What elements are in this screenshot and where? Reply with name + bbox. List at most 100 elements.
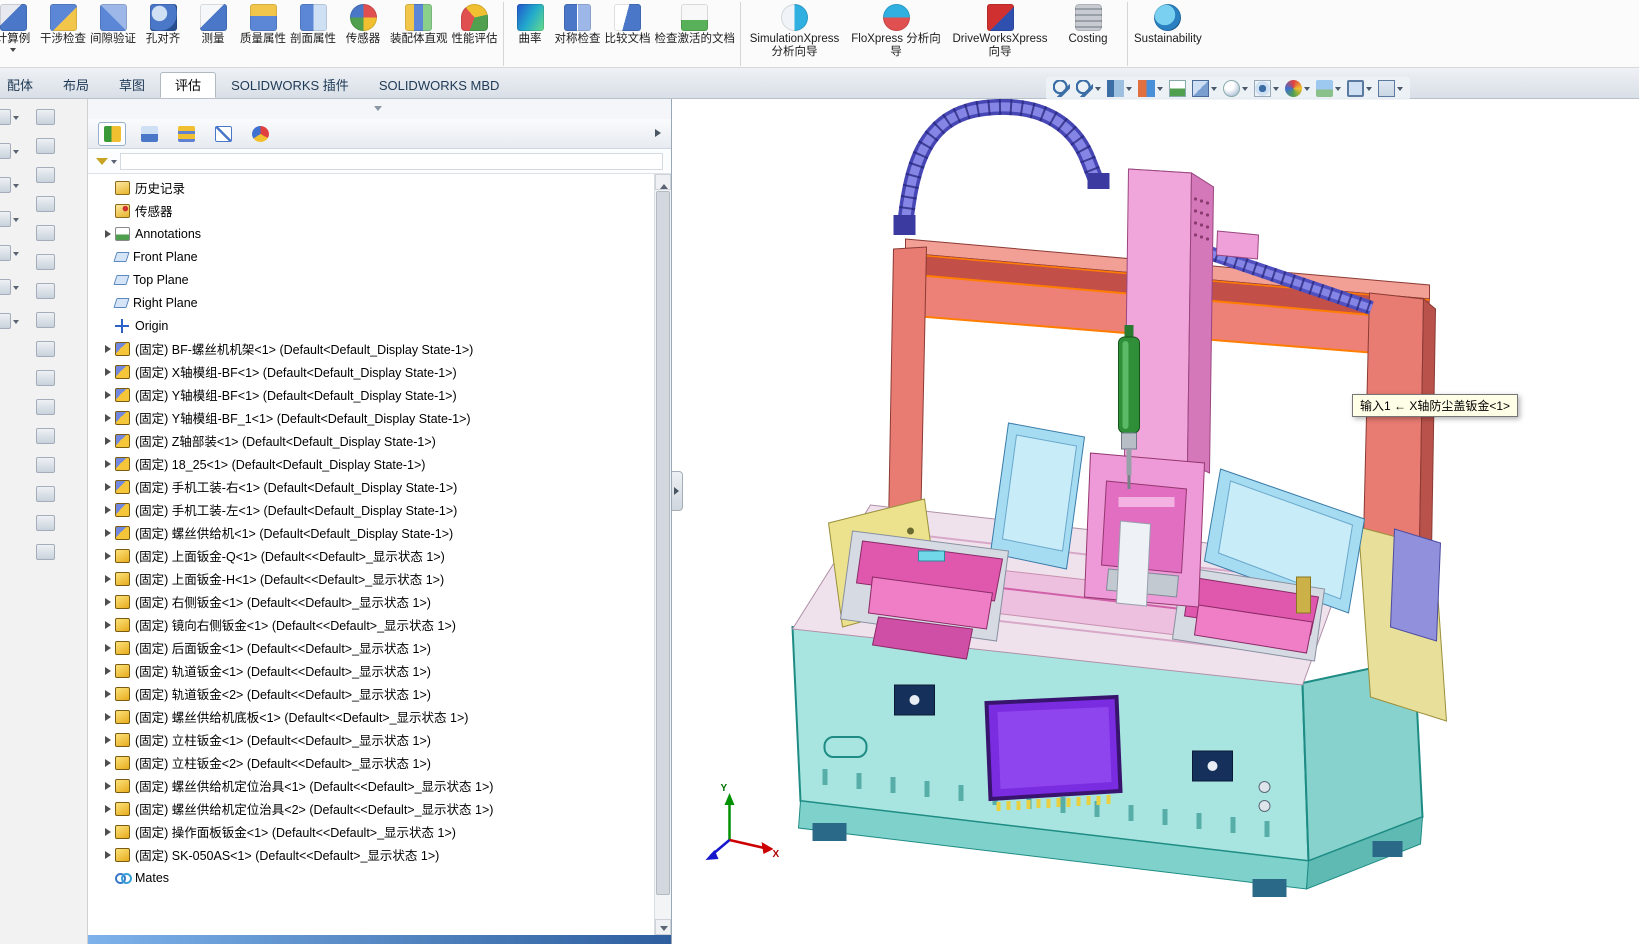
commandmanager-tab[interactable]: 配体 (0, 72, 48, 98)
left-toolbar-button[interactable] (36, 167, 55, 183)
commandmanager-tab[interactable]: SOLIDWORKS MBD (364, 72, 515, 98)
tree-item[interactable]: (固定) 螺丝供给机<1> (Default<Default_Display S… (88, 521, 654, 544)
tree-item[interactable]: (固定) 轨道钣金<1> (Default<<Default>_显示状态 1>) (88, 659, 654, 682)
tree-item[interactable]: (固定) 立柱钣金<2> (Default<<Default>_显示状态 1>) (88, 751, 654, 774)
tree-item[interactable]: (固定) 镜向右侧钣金<1> (Default<<Default>_显示状态 1… (88, 613, 654, 636)
graphics-area[interactable]: Y X 输入1 ← X轴防尘盖钣金<1> (672, 99, 1639, 944)
ribbon-button[interactable]: 比较文档 (603, 2, 653, 66)
left-toolbar-button[interactable] (0, 313, 19, 329)
tree-item[interactable]: (固定) 螺丝供给机底板<1> (Default<<Default>_显示状态 … (88, 705, 654, 728)
ribbon-button[interactable]: 干涉检查 (38, 2, 88, 66)
headsup-button[interactable] (1253, 79, 1280, 98)
expand-arrow-icon[interactable] (101, 848, 115, 862)
left-toolbar-button[interactable] (0, 143, 19, 159)
headsup-button[interactable] (1222, 79, 1249, 98)
tree-item[interactable]: (固定) 螺丝供给机定位治具<1> (Default<<Default>_显示状… (88, 774, 654, 797)
expand-arrow-icon[interactable] (101, 618, 115, 632)
headsup-button[interactable] (1075, 79, 1102, 98)
panel-tab[interactable] (209, 122, 237, 146)
expand-arrow-icon[interactable] (101, 204, 115, 218)
tree-item[interactable]: (固定) X轴模组-BF<1> (Default<Default_Display… (88, 360, 654, 383)
expand-arrow-icon[interactable] (101, 710, 115, 724)
tree-item[interactable]: (固定) SK-050AS<1> (Default<<Default>_显示状态… (88, 843, 654, 866)
scroll-up-arrow-icon[interactable] (655, 174, 671, 190)
tree-item[interactable]: 历史记录 (88, 176, 654, 199)
ribbon-button[interactable]: Sustainability (1127, 2, 1204, 66)
yellow-panel-right[interactable] (1359, 527, 1447, 721)
tree-item[interactable]: (固定) 上面钣金-H<1> (Default<<Default>_显示状态 1… (88, 567, 654, 590)
expand-arrow-icon[interactable] (101, 388, 115, 402)
headsup-button[interactable] (1315, 79, 1342, 98)
ribbon-button[interactable]: 曲率 (503, 2, 553, 66)
ribbon-button[interactable]: 对称检查 (553, 2, 603, 66)
touch-screen[interactable] (987, 697, 1121, 811)
ribbon-button[interactable]: 传感器 (338, 2, 388, 66)
expand-arrow-icon[interactable] (101, 411, 115, 425)
left-toolbar-button[interactable] (36, 515, 55, 531)
left-toolbar-button[interactable] (36, 109, 55, 125)
scrollbar-thumb[interactable] (656, 191, 670, 895)
expand-arrow-icon[interactable] (101, 641, 115, 655)
tree-item[interactable]: (固定) 螺丝供给机定位治具<2> (Default<<Default>_显示状… (88, 797, 654, 820)
commandmanager-tab[interactable]: 草图 (104, 72, 160, 98)
expand-arrow-icon[interactable] (101, 802, 115, 816)
ribbon-button[interactable]: FloXpress 分析向导 (844, 2, 948, 66)
tree-item[interactable]: (固定) Y轴模组-BF_1<1> (Default<Default_Displ… (88, 406, 654, 429)
tree-item[interactable]: Origin (88, 314, 654, 337)
filter-dropdown-icon[interactable] (111, 160, 117, 167)
expand-arrow-icon[interactable] (101, 457, 115, 471)
ribbon-button[interactable]: 性能评估 (450, 2, 500, 66)
panel-tab[interactable] (246, 122, 274, 146)
tree-item[interactable]: Annotations (88, 222, 654, 245)
left-toolbar-button[interactable] (36, 341, 55, 357)
tree-item[interactable]: Top Plane (88, 268, 654, 291)
expand-arrow-icon[interactable] (101, 595, 115, 609)
ribbon-button[interactable]: 测量 (188, 2, 238, 66)
left-toolbar-button[interactable] (36, 486, 55, 502)
expand-arrow-icon[interactable] (101, 779, 115, 793)
tree-item[interactable]: (固定) 立柱钣金<1> (Default<<Default>_显示状态 1>) (88, 728, 654, 751)
headsup-button[interactable] (1106, 79, 1133, 98)
ribbon-button[interactable]: 间隙验证 (88, 2, 138, 66)
tree-scrollbar[interactable] (654, 174, 671, 935)
cable-chain[interactable] (894, 107, 1110, 235)
left-toolbar-button[interactable] (36, 399, 55, 415)
expand-arrow-icon[interactable] (101, 664, 115, 678)
headsup-button[interactable] (1191, 79, 1218, 98)
ribbon-button[interactable]: 质量属性 (238, 2, 288, 66)
panel-flyout-arrow-icon[interactable] (653, 128, 663, 140)
ribbon-button[interactable]: 装配体直观 (388, 2, 450, 66)
headsup-button[interactable] (1377, 79, 1404, 98)
expand-arrow-icon[interactable] (101, 319, 115, 333)
ribbon-button[interactable]: 孔对齐 (138, 2, 188, 66)
expand-arrow-icon[interactable] (101, 181, 115, 195)
left-toolbar-button[interactable] (0, 109, 19, 125)
panel-tab[interactable] (135, 122, 163, 146)
expand-arrow-icon[interactable] (101, 227, 115, 241)
commandmanager-tab[interactable]: 布局 (48, 72, 104, 98)
tree-item[interactable]: (固定) 上面钣金-Q<1> (Default<<Default>_显示状态 1… (88, 544, 654, 567)
commandmanager-tab[interactable]: 评估 (160, 72, 216, 98)
left-toolbar-button[interactable] (0, 177, 19, 193)
ribbon-button[interactable]: 计算例 (0, 2, 38, 66)
headsup-button[interactable] (1168, 79, 1187, 98)
left-toolbar-button[interactable] (36, 283, 55, 299)
left-toolbar-button[interactable] (36, 428, 55, 444)
headsup-button[interactable] (1052, 79, 1071, 98)
expand-arrow-icon[interactable] (101, 434, 115, 448)
tree-item[interactable]: (固定) Z轴部装<1> (Default<Default_Display St… (88, 429, 654, 452)
tree-item[interactable]: (固定) 手机工装-左<1> (Default<Default_Display … (88, 498, 654, 521)
expand-arrow-icon[interactable] (101, 572, 115, 586)
left-toolbar-button[interactable] (36, 196, 55, 212)
expand-arrow-icon[interactable] (101, 687, 115, 701)
ribbon-button[interactable]: 剖面属性 (288, 2, 338, 66)
headsup-button[interactable] (1346, 79, 1373, 98)
left-toolbar-button[interactable] (36, 544, 55, 560)
ribbon-button[interactable]: SimulationXpress 分析向导 (740, 2, 844, 66)
left-toolbar-button[interactable] (0, 279, 19, 295)
headsup-button[interactable] (1137, 79, 1164, 98)
scroll-down-arrow-icon[interactable] (655, 919, 671, 935)
expand-arrow-icon[interactable] (101, 526, 115, 540)
left-toolbar-button[interactable] (36, 312, 55, 328)
expand-arrow-icon[interactable] (101, 733, 115, 747)
